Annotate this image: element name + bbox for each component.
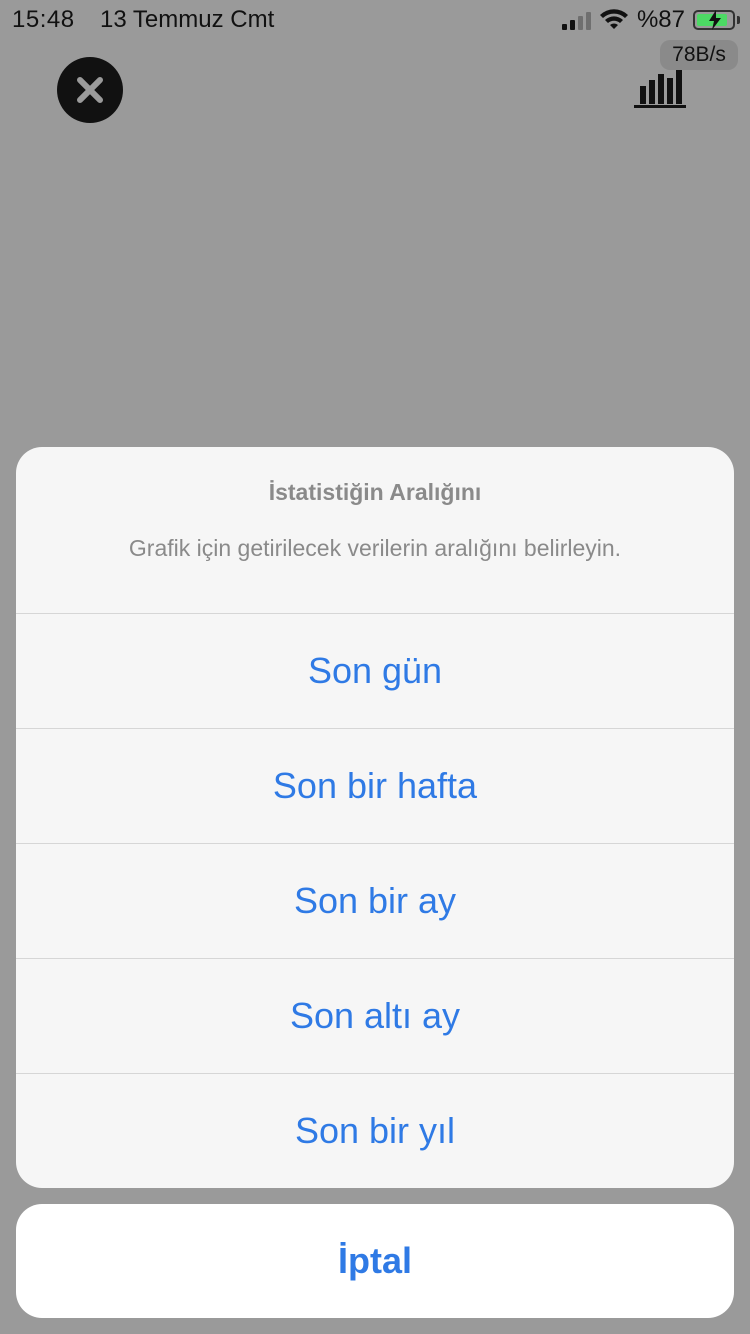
option-last-day[interactable]: Son gün [16, 614, 734, 729]
wifi-icon [599, 9, 628, 29]
action-sheet: İstatistiğin Aralığını Grafik için getir… [16, 447, 734, 1188]
status-time: 15:48 [12, 6, 75, 33]
close-icon [77, 77, 103, 103]
status-bar: 15:48 13 Temmuz Cmt %87 [0, 0, 750, 40]
cancel-button[interactable]: İptal [16, 1204, 734, 1318]
action-sheet-header: İstatistiğin Aralığını Grafik için getir… [16, 447, 734, 614]
charging-bolt-icon [709, 10, 721, 30]
battery-icon [693, 10, 735, 30]
option-last-year[interactable]: Son bir yıl [16, 1074, 734, 1188]
close-button[interactable] [57, 57, 123, 123]
status-date: 13 Temmuz Cmt [100, 6, 275, 33]
option-last-week[interactable]: Son bir hafta [16, 729, 734, 844]
status-indicators: %87 [561, 6, 740, 34]
action-sheet-title: İstatistiğin Aralığını [268, 479, 482, 505]
signal-icon [561, 10, 591, 30]
action-sheet-message: Grafik için getirilecek verilerin aralığ… [128, 535, 622, 561]
bar-chart-icon[interactable] [634, 66, 686, 110]
battery-tip [737, 16, 740, 24]
option-last-month[interactable]: Son bir ay [16, 844, 734, 959]
option-last-six-months[interactable]: Son altı ay [16, 959, 734, 1074]
battery-percent: %87 [636, 6, 685, 33]
